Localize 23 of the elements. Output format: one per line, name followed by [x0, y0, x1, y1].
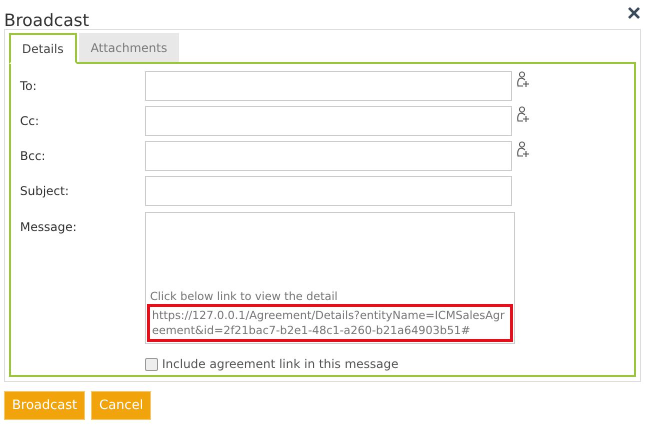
- input-field[interactable]: [145, 141, 512, 171]
- field-label: Bcc:: [20, 148, 46, 163]
- close-icon[interactable]: [627, 6, 641, 20]
- add-person-icon[interactable]: [516, 141, 530, 159]
- message-text: Click below link to view the detail: [149, 289, 339, 304]
- add-person-icon[interactable]: [516, 106, 530, 124]
- checkbox[interactable]: [145, 358, 158, 370]
- field-label: Subject:: [20, 183, 70, 198]
- broadcast-button[interactable]: Broadcast: [4, 391, 86, 420]
- input-field[interactable]: [145, 106, 512, 136]
- message-link-text: https://127.0.0.1/Agreement/Details?entityName=ICMSalesAgreement&id=2f21bac7-b2e1-48c1-a260-b21a64903b51#: [147, 304, 513, 342]
- cancel-button[interactable]: Cancel: [91, 391, 152, 420]
- add-person-icon[interactable]: [516, 71, 530, 89]
- input-field[interactable]: [145, 176, 512, 206]
- tab[interactable]: Attachments: [78, 33, 180, 62]
- field-label: Message:: [20, 219, 78, 236]
- field-label: Cc:: [20, 113, 40, 128]
- message-field[interactable]: Click below link to view the detail https://127.0.0.1/Agreement/Details?entityName=ICMSalesAgreement&id=2f21bac7-b2e1-48c1-a260-b21a64903b51#: [145, 212, 515, 344]
- dialog-title: Broadcast: [4, 13, 90, 29]
- checkbox-label: Include agreement link in this message: [162, 357, 399, 371]
- tab[interactable]: Details: [9, 33, 77, 64]
- field-label: To:: [20, 78, 38, 93]
- input-field[interactable]: [145, 71, 512, 101]
